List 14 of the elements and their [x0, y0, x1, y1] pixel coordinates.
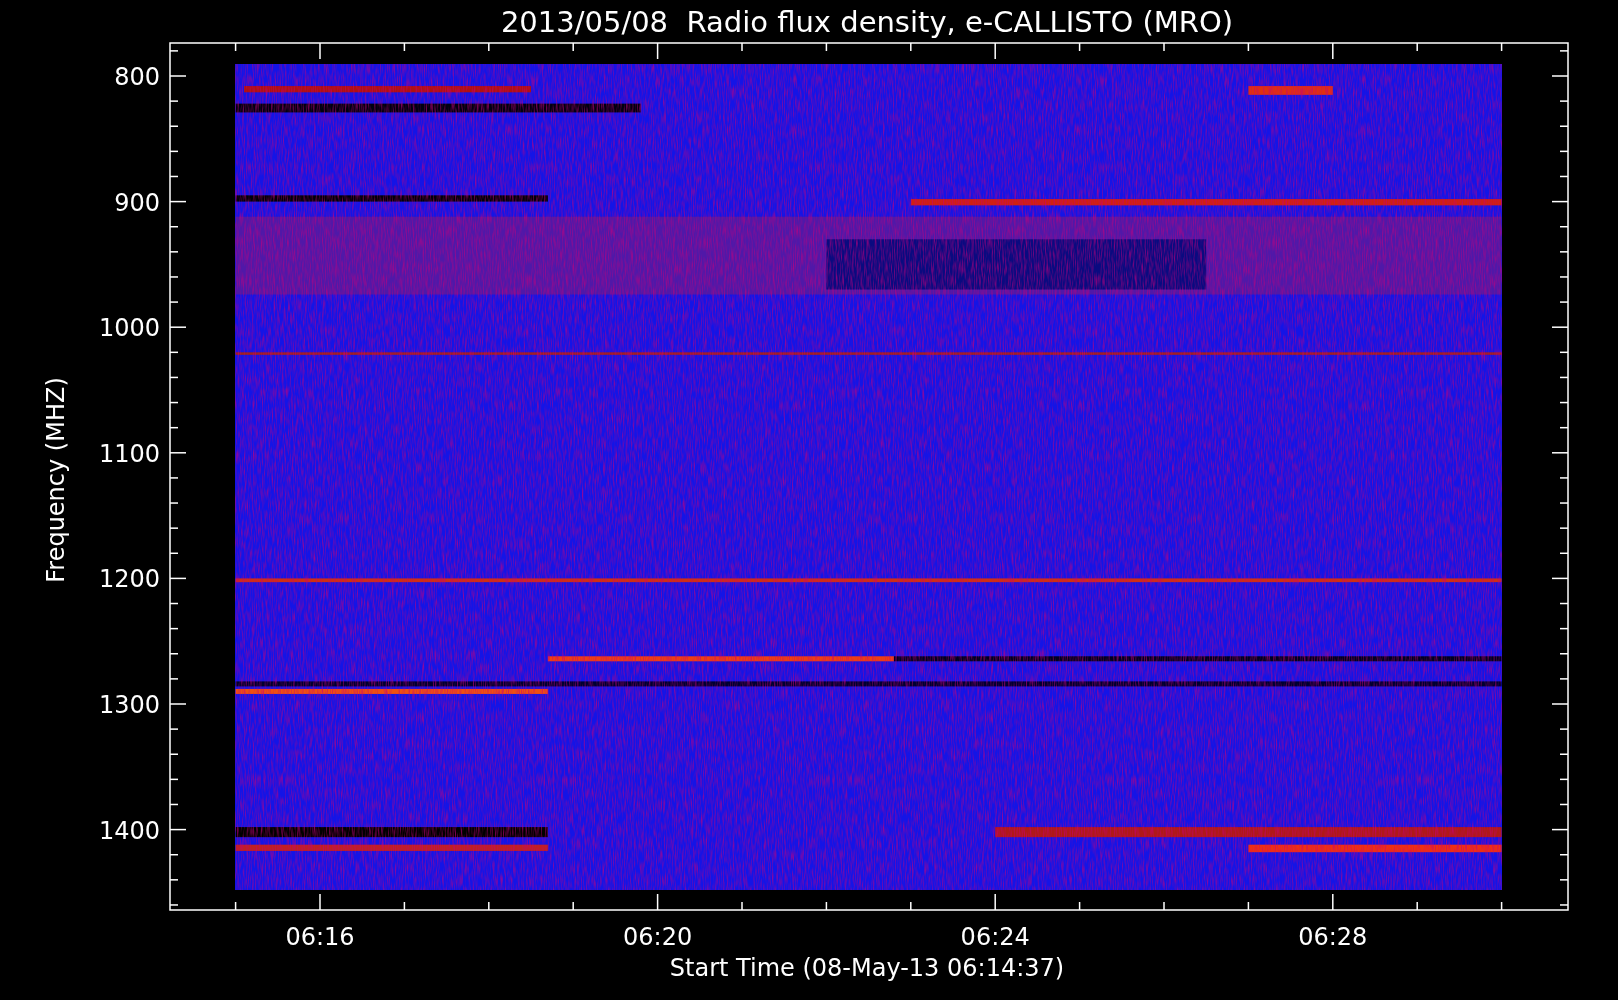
tick-label: 800 — [114, 63, 160, 91]
tick-label: 1300 — [98, 691, 160, 719]
tick-label: 06:24 — [960, 923, 1030, 951]
axis-title: Start Time (08-May-13 06:14:37) — [669, 954, 1065, 982]
tick-label: 06:20 — [623, 923, 693, 951]
tick-label: 900 — [114, 188, 160, 217]
tick-label: 1000 — [98, 314, 160, 343]
tick-label: 1400 — [98, 816, 160, 845]
tick-label: 06:16 — [285, 923, 355, 951]
tick-label: 06:28 — [1298, 923, 1368, 951]
axis-title: Frequency (MHZ) — [42, 377, 70, 583]
tick-label: 1200 — [98, 565, 160, 594]
chart-title: 2013/05/08 Radio flux density, e-CALLISTO (MRO) — [500, 5, 1234, 39]
tick-label: 1100 — [98, 439, 160, 468]
